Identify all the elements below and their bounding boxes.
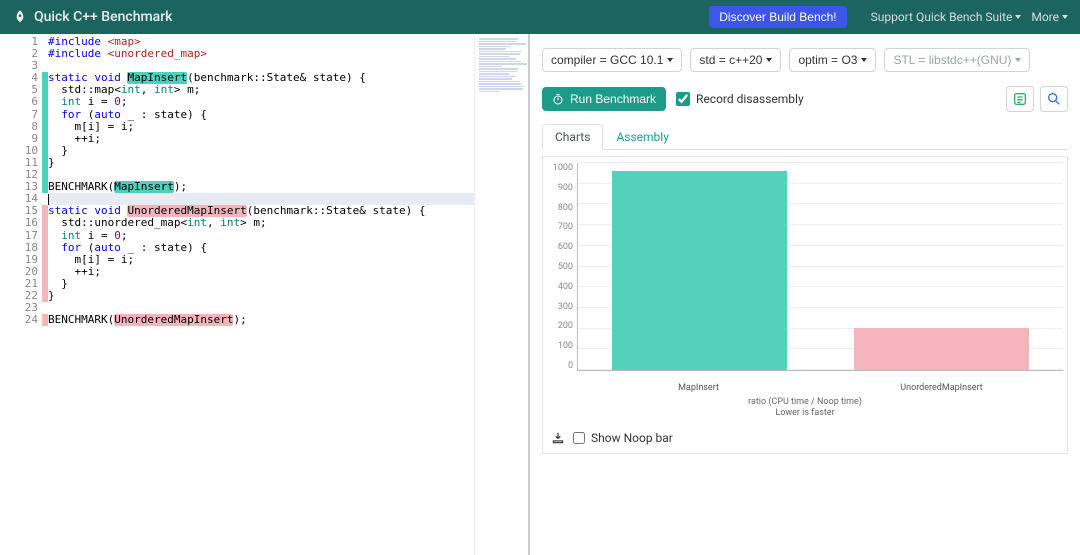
compiler-explorer-icon bbox=[1012, 91, 1028, 107]
chevron-down-icon bbox=[766, 58, 772, 62]
support-link[interactable]: Support Quick Bench Suite bbox=[871, 10, 1022, 24]
chevron-down-icon bbox=[861, 58, 867, 62]
chevron-down-icon bbox=[1015, 58, 1021, 62]
bar-UnorderedMapInsert[interactable] bbox=[854, 328, 1029, 370]
discover-build-bench-button[interactable]: Discover Build Bench! bbox=[709, 6, 846, 28]
tab-charts[interactable]: Charts bbox=[542, 124, 603, 150]
rocket-icon bbox=[12, 9, 28, 25]
compiler-options-row: compiler = GCC 10.1 std = c++20 optim = … bbox=[542, 48, 1068, 72]
brand-text: Quick C++ Benchmark bbox=[34, 9, 172, 25]
results-pane: compiler = GCC 10.1 std = c++20 optim = … bbox=[530, 34, 1080, 555]
more-link[interactable]: More bbox=[1031, 10, 1068, 24]
tab-assembly[interactable]: Assembly bbox=[603, 124, 681, 149]
download-icon[interactable] bbox=[551, 431, 565, 445]
optim-select[interactable]: optim = O3 bbox=[789, 48, 876, 72]
x-axis-labels: MapInsertUnorderedMapInsert bbox=[577, 383, 1063, 393]
y-axis: 10009008007006005004003002001000 bbox=[547, 163, 577, 383]
brand[interactable]: Quick C++ Benchmark bbox=[12, 9, 172, 25]
chevron-down-icon bbox=[667, 58, 673, 62]
code-editor-pane: 123456789101112131415161718192021222324 … bbox=[0, 34, 530, 555]
chevron-down-icon bbox=[1062, 15, 1068, 19]
magnifier-icon bbox=[1046, 91, 1062, 107]
chevron-down-icon bbox=[1015, 15, 1021, 19]
open-godbolt-button[interactable] bbox=[1006, 86, 1034, 112]
navbar: Quick C++ Benchmark Discover Build Bench… bbox=[0, 0, 1080, 34]
std-select[interactable]: std = c++20 bbox=[690, 48, 781, 72]
stl-select[interactable]: STL = libstdc++(GNU) bbox=[884, 48, 1030, 72]
result-tabs: Charts Assembly bbox=[542, 124, 1068, 150]
chart-plot-area bbox=[577, 163, 1063, 371]
minimap[interactable] bbox=[474, 34, 528, 555]
bar-MapInsert[interactable] bbox=[612, 171, 787, 370]
code-editor[interactable]: 123456789101112131415161718192021222324 … bbox=[0, 34, 474, 555]
record-disassembly-checkbox[interactable]: Record disassembly bbox=[676, 92, 804, 106]
compiler-select[interactable]: compiler = GCC 10.1 bbox=[542, 48, 682, 72]
show-noop-checkbox[interactable]: Show Noop bar bbox=[573, 431, 673, 445]
zoom-button[interactable] bbox=[1040, 86, 1068, 112]
chart-caption: ratio (CPU time / Noop time) Lower is fa… bbox=[547, 397, 1063, 419]
run-benchmark-button[interactable]: Run Benchmark bbox=[542, 87, 666, 111]
benchmark-chart: 10009008007006005004003002001000 MapInse… bbox=[542, 156, 1068, 454]
stopwatch-icon bbox=[552, 93, 564, 105]
